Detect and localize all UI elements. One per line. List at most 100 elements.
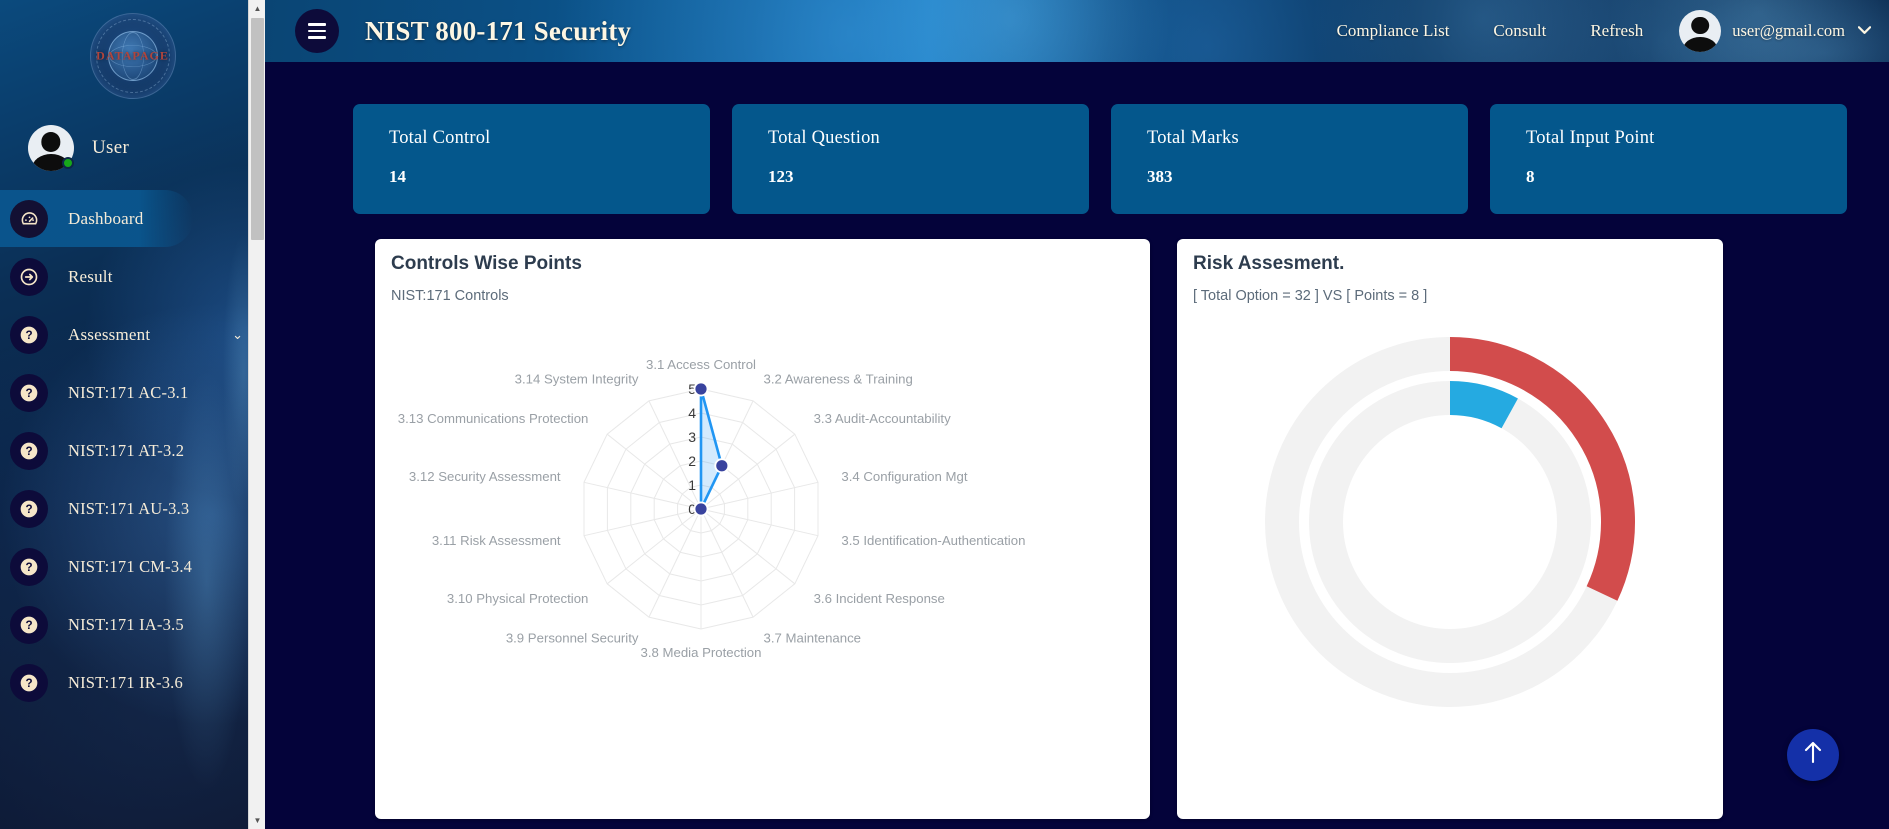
svg-text:3: 3 <box>688 429 696 445</box>
question-circle-icon: ? <box>10 373 48 412</box>
svg-text:?: ? <box>25 329 32 342</box>
stat-card-total-input-point[interactable]: Total Input Point 8 <box>1490 104 1847 214</box>
svg-text:3.14 System Integrity: 3.14 System Integrity <box>515 371 639 386</box>
svg-text:3.12 Security Assessment: 3.12 Security Assessment <box>409 469 561 484</box>
panel-subtitle: [ Total Option = 32 ] VS [ Points = 8 ] <box>1193 288 1428 304</box>
sidebar-menu: Dashboard Result ? Assessment ⌄ ? NIST:1… <box>0 184 265 711</box>
sidebar-item-nist-ir-3-6[interactable]: ? NIST:171 IR-3.6 <box>0 654 265 711</box>
sidebar-item-nist-cm-3-4[interactable]: ? NIST:171 CM-3.4 <box>0 538 265 595</box>
dashboard-gauge-icon <box>10 199 48 238</box>
page-scrollbar[interactable]: ▲ ▼ <box>248 0 265 829</box>
svg-text:1: 1 <box>688 477 696 493</box>
svg-text:3.5 Identification-Authenticat: 3.5 Identification-Authentication <box>841 533 1025 548</box>
svg-text:2: 2 <box>688 453 696 469</box>
chart-panel-row: Controls Wise Points NIST:171 Controls 3… <box>265 214 1889 819</box>
nav-link-refresh[interactable]: Refresh <box>1568 21 1665 41</box>
question-circle-icon: ? <box>10 431 48 470</box>
sidebar-item-label: NIST:171 AT-3.2 <box>68 440 185 460</box>
scroll-to-top-button[interactable] <box>1787 729 1839 781</box>
avatar <box>1679 10 1722 52</box>
avatar-wrap <box>28 125 74 171</box>
svg-text:3.7 Maintenance: 3.7 Maintenance <box>764 631 862 646</box>
svg-text:?: ? <box>25 445 32 458</box>
arrow-up-icon <box>1801 739 1825 772</box>
svg-text:3.8 Media Protection: 3.8 Media Protection <box>641 645 762 660</box>
app-root: DATAPAGE User Dashboard Result ? Assessm… <box>0 0 1889 829</box>
risk-donut-svg[interactable] <box>1177 304 1723 784</box>
svg-text:3.11 Risk Assessment: 3.11 Risk Assessment <box>432 533 561 548</box>
svg-text:?: ? <box>25 561 32 574</box>
logo-wordmark: DATAPAGE <box>96 48 169 63</box>
sidebar: DATAPAGE User Dashboard Result ? Assessm… <box>0 0 265 829</box>
question-circle-icon: ? <box>10 315 48 354</box>
svg-text:3.4 Configuration Mgt: 3.4 Configuration Mgt <box>841 469 967 484</box>
dashboard-content: Total Control 14 Total Question 123 Tota… <box>265 62 1889 819</box>
sidebar-item-label: NIST:171 AC-3.1 <box>68 382 189 402</box>
avatar-body <box>1682 36 1718 52</box>
stat-title: Total Control <box>389 128 491 148</box>
svg-text:3.2 Awareness & Training: 3.2 Awareness & Training <box>764 371 913 386</box>
sidebar-item-nist-ia-3-5[interactable]: ? NIST:171 IA-3.5 <box>0 596 265 653</box>
panel-controls-wise-points: Controls Wise Points NIST:171 Controls 3… <box>375 239 1150 819</box>
sidebar-item-assessment[interactable]: ? Assessment ⌄ <box>0 306 265 363</box>
avatar-head <box>41 132 61 152</box>
question-circle-icon: ? <box>10 663 48 702</box>
svg-text:?: ? <box>25 677 32 690</box>
sidebar-item-label: NIST:171 AU-3.3 <box>68 498 190 518</box>
hamburger-icon[interactable] <box>295 9 339 53</box>
arrow-right-circle-icon <box>10 257 48 296</box>
stat-title: Total Input Point <box>1526 128 1655 148</box>
sidebar-item-nist-au-3-3[interactable]: ? NIST:171 AU-3.3 <box>0 480 265 537</box>
top-nav: Compliance List Consult Refresh user@gma… <box>1315 10 1889 52</box>
scrollbar-thumb[interactable] <box>251 18 264 240</box>
chevron-down-icon[interactable]: ⌄ <box>232 327 243 343</box>
nav-link-consult[interactable]: Consult <box>1471 21 1568 41</box>
radar-chart-svg[interactable]: 3.1 Access Control 3.2 Awareness & Traini… <box>375 304 1150 774</box>
svg-text:3.6 Incident Response: 3.6 Incident Response <box>814 591 945 606</box>
stat-card-row: Total Control 14 Total Question 123 Tota… <box>265 104 1889 214</box>
panel-risk-assessment: Risk Assesment. [ Total Option = 32 ] VS… <box>1177 239 1723 819</box>
stat-card-total-control[interactable]: Total Control 14 <box>353 104 710 214</box>
sidebar-item-nist-ac-3-1[interactable]: ? NIST:171 AC-3.1 <box>0 364 265 421</box>
chevron-down-icon[interactable] <box>1857 23 1872 39</box>
sidebar-item-nist-at-3-2[interactable]: ? NIST:171 AT-3.2 <box>0 422 265 479</box>
sidebar-item-label: Dashboard <box>68 208 144 228</box>
user-menu[interactable]: user@gmail.com <box>1665 10 1872 52</box>
panel-subtitle: NIST:171 Controls <box>391 288 509 304</box>
stat-card-total-question[interactable]: Total Question 123 <box>732 104 1089 214</box>
stat-value: 14 <box>389 167 406 186</box>
svg-text:3.3 Audit-Accountability: 3.3 Audit-Accountability <box>814 411 951 426</box>
svg-text:3.10 Physical Protection: 3.10 Physical Protection <box>447 591 588 606</box>
stat-title: Total Question <box>768 128 880 148</box>
sidebar-item-label: NIST:171 IA-3.5 <box>68 614 184 634</box>
svg-text:3.13 Communications Protection: 3.13 Communications Protection <box>398 411 589 426</box>
stat-value: 8 <box>1526 167 1535 186</box>
sidebar-item-label: Assessment <box>68 324 151 344</box>
svg-text:?: ? <box>25 503 32 516</box>
logo-badge: DATAPAGE <box>89 13 176 99</box>
stat-card-total-marks[interactable]: Total Marks 383 <box>1111 104 1468 214</box>
scrollbar-down-arrow-icon[interactable]: ▼ <box>249 812 265 829</box>
sidebar-logo[interactable]: DATAPAGE <box>0 0 265 112</box>
panel-title: Risk Assesment. <box>1193 253 1345 274</box>
scrollbar-up-arrow-icon[interactable]: ▲ <box>249 0 265 17</box>
nav-link-compliance-list[interactable]: Compliance List <box>1315 21 1472 41</box>
sidebar-item-label: NIST:171 CM-3.4 <box>68 556 193 576</box>
panel-title: Controls Wise Points <box>391 253 582 274</box>
sidebar-item-label: Result <box>68 266 113 286</box>
radar-chart[interactable]: 3.1 Access Control 3.2 Awareness & Traini… <box>375 304 1150 774</box>
sidebar-user[interactable]: User <box>0 112 265 184</box>
page-title: NIST 800-171 Security <box>365 15 632 46</box>
question-circle-icon: ? <box>10 489 48 528</box>
online-status-dot <box>62 157 74 169</box>
risk-donut-chart[interactable] <box>1177 304 1723 784</box>
top-header: NIST 800-171 Security Compliance List Co… <box>265 0 1889 62</box>
svg-text:4: 4 <box>688 405 696 421</box>
stat-value: 383 <box>1147 167 1173 186</box>
stat-value: 123 <box>768 167 794 186</box>
sidebar-item-dashboard[interactable]: Dashboard <box>0 190 193 247</box>
avatar-head <box>1691 16 1710 35</box>
sidebar-item-result[interactable]: Result <box>0 248 265 305</box>
svg-text:?: ? <box>25 619 32 632</box>
sidebar-user-name: User <box>92 137 130 158</box>
